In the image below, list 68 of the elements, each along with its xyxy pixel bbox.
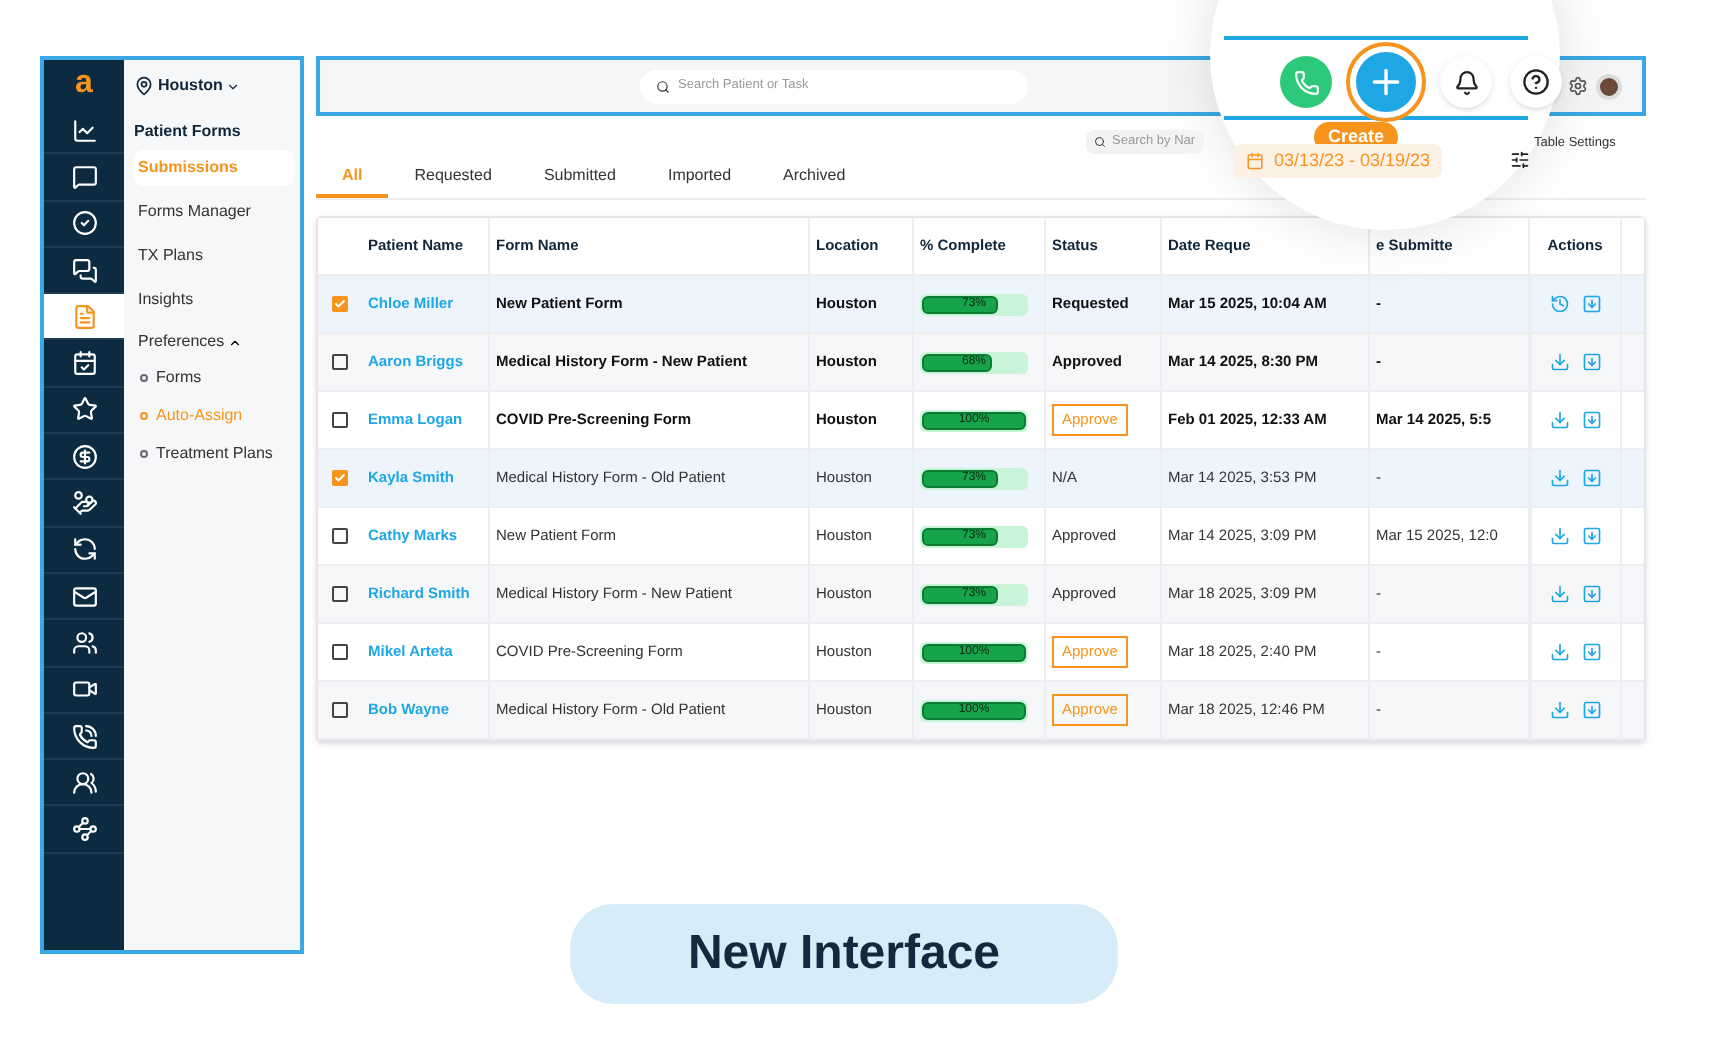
nav-item[interactable]: Submissions — [134, 150, 294, 186]
filter-tab[interactable]: Imported — [641, 164, 758, 198]
row-checkbox[interactable] — [332, 296, 348, 312]
settings-icon[interactable] — [1568, 76, 1588, 96]
archive-icon[interactable] — [1582, 410, 1602, 430]
chat-icon — [71, 257, 97, 284]
dollar-icon — [71, 443, 97, 470]
download-icon[interactable] — [1550, 352, 1570, 372]
section-heading: Patient Forms — [134, 120, 243, 144]
download-icon[interactable] — [1550, 410, 1570, 430]
archive-icon[interactable] — [1582, 700, 1602, 720]
chart-icon — [71, 117, 97, 144]
calendar-icon — [1246, 152, 1264, 170]
download-icon[interactable] — [1550, 526, 1570, 546]
row-checkbox[interactable] — [332, 586, 348, 602]
hand-coin-icon — [71, 490, 97, 517]
phone-icon — [1293, 69, 1319, 95]
star-icon — [71, 396, 97, 423]
rail-item[interactable] — [44, 294, 124, 341]
caret-icon — [226, 79, 241, 93]
row-checkbox[interactable] — [332, 470, 348, 486]
mail-icon — [71, 583, 97, 610]
row-checkbox[interactable] — [332, 412, 348, 428]
users-icon — [71, 629, 97, 656]
avatar[interactable] — [1596, 73, 1622, 99]
filter-tab[interactable]: Submitted — [517, 164, 642, 198]
filter-icon[interactable] — [1510, 150, 1530, 170]
row-checkbox[interactable] — [332, 528, 348, 544]
check-circle-icon — [71, 210, 97, 237]
nav-subitem[interactable]: Forms — [156, 366, 202, 390]
archive-icon[interactable] — [1582, 642, 1602, 662]
document-icon — [71, 303, 97, 330]
bell-icon — [1453, 69, 1479, 95]
location-selector[interactable]: Houston — [158, 74, 223, 98]
nav-subitem[interactable]: Auto-Assign — [156, 404, 243, 428]
nav-subitem[interactable]: Treatment Plans — [156, 442, 273, 466]
search-icon — [656, 79, 670, 93]
create-button[interactable] — [1350, 46, 1422, 118]
search-icon — [1094, 136, 1106, 148]
nav-item[interactable]: Forms Manager — [134, 194, 294, 230]
download-icon[interactable] — [1550, 584, 1570, 604]
archive-icon[interactable] — [1582, 584, 1602, 604]
row-checkbox[interactable] — [332, 702, 348, 718]
calendar-icon — [71, 350, 97, 377]
help-icon — [1522, 68, 1550, 96]
video-icon — [71, 676, 97, 703]
row-checkbox[interactable] — [332, 354, 348, 370]
bullet-icon — [140, 450, 148, 458]
group-icon — [71, 769, 97, 796]
archive-icon[interactable] — [1582, 526, 1602, 546]
filter-tab[interactable]: Archived — [757, 164, 872, 198]
nav-item[interactable]: Insights — [134, 282, 294, 318]
download-icon[interactable] — [1550, 700, 1570, 720]
filter-tab[interactable]: All — [316, 164, 389, 198]
message-icon — [71, 163, 97, 190]
bullet-icon — [140, 374, 148, 382]
download-icon[interactable] — [1550, 642, 1570, 662]
app-logo[interactable]: a — [44, 60, 124, 108]
row-checkbox[interactable] — [332, 644, 348, 660]
bullet-icon — [140, 412, 148, 420]
network-icon — [71, 816, 97, 843]
caret-icon — [228, 335, 243, 349]
location-pin-icon — [134, 76, 154, 96]
filter-tab[interactable]: Requested — [388, 164, 518, 198]
nav-item[interactable]: Preferences — [138, 330, 225, 354]
archive-icon[interactable] — [1582, 352, 1602, 372]
new-interface-banner: New Interface — [570, 904, 1118, 1004]
nav-item[interactable]: TX Plans — [134, 238, 294, 274]
